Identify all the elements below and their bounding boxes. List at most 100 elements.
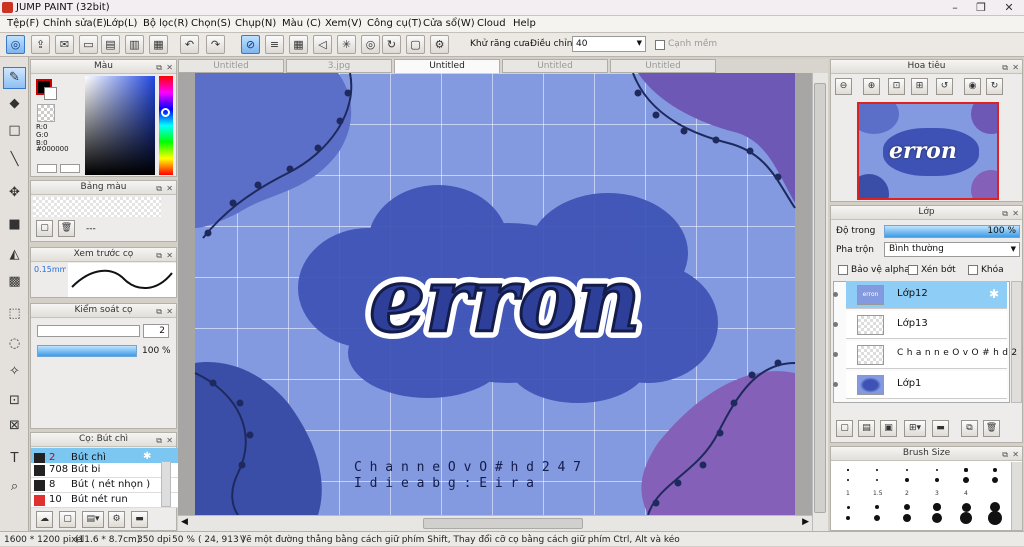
brush-size-dot[interactable] (874, 504, 880, 510)
brush-size-dot[interactable] (846, 505, 850, 509)
grid-panel-icon[interactable]: ▦ (149, 35, 168, 54)
eye-icon[interactable] (833, 322, 838, 327)
minimize-button[interactable]: – (942, 0, 968, 16)
color-mode-button[interactable] (37, 164, 57, 173)
zoom-out-icon[interactable]: ⊖ (835, 78, 852, 95)
brush-size-dot[interactable] (847, 479, 849, 481)
scroll-left-icon[interactable]: ◀ (181, 517, 188, 527)
brush-size-dot[interactable] (902, 513, 912, 523)
new-brush-icon[interactable]: ▢ (59, 511, 76, 528)
menu-window[interactable]: Cửa sổ(W) (423, 18, 475, 29)
float-icon[interactable]: ⧉ (156, 182, 162, 195)
brush-settings-icon[interactable]: ⚙ (108, 511, 125, 528)
delete-layer-icon[interactable]: 🗑 (983, 420, 1000, 437)
magic-wand-icon[interactable]: ✧ (3, 361, 26, 383)
brush-size-dot[interactable] (933, 503, 941, 511)
brush-size-dot[interactable] (991, 476, 999, 484)
menu-edit[interactable]: Chỉnh sửa(E) (43, 18, 107, 29)
fill-tool-icon[interactable]: ◭ (3, 244, 26, 266)
brush-size-dot[interactable] (963, 477, 969, 483)
canvas-mode-icon[interactable]: ◎ (6, 35, 25, 54)
close-button[interactable]: ✕ (996, 0, 1022, 16)
new-palette-icon[interactable]: ▢ (36, 220, 53, 237)
brush-size-dot[interactable] (905, 478, 909, 482)
copy-layer-icon[interactable]: ▣ (880, 420, 897, 437)
brush-size-dot[interactable] (934, 477, 940, 483)
menu-filter[interactable]: Bộ lọc(R) (143, 18, 188, 29)
lasso-tool-icon[interactable]: ◌ (3, 333, 26, 355)
brush-size-dot[interactable] (905, 468, 909, 472)
blend-mode-select[interactable]: Bình thường ▼ (884, 242, 1020, 257)
vertical-scrollbar[interactable] (812, 73, 828, 531)
protect-alpha-checkbox[interactable] (838, 265, 848, 275)
rectangle-tool-icon[interactable]: ■ (3, 214, 26, 236)
parallel-ruler-icon[interactable]: ≡ (265, 35, 284, 54)
color-picker-square[interactable] (85, 76, 155, 175)
perspective-icon[interactable]: ◁ (313, 35, 332, 54)
hue-slider[interactable] (159, 76, 173, 175)
select-eraser-icon[interactable]: ⊠ (3, 415, 26, 437)
float-icon[interactable]: ⧉ (1002, 61, 1008, 74)
curve-ruler-icon[interactable]: ↻ (382, 35, 401, 54)
menu-file[interactable]: Tệp(F) (7, 18, 39, 29)
brush-size-dot[interactable] (935, 468, 939, 472)
menu-view[interactable]: Xem(V) (325, 18, 362, 29)
tab-untitled-1[interactable]: Untitled (178, 59, 284, 73)
brush-menu-icon[interactable]: ▤▾ (82, 511, 104, 528)
horizontal-scroll-thumb[interactable] (423, 518, 583, 529)
brush-size-dot[interactable] (845, 515, 851, 521)
zoom-actual-icon[interactable]: ⊞ (911, 78, 928, 95)
brush-size-scrollbar[interactable] (1011, 462, 1022, 530)
eye-icon[interactable] (833, 352, 838, 357)
eye-icon[interactable] (833, 292, 838, 297)
snap-settings-icon[interactable]: ⚙ (430, 35, 449, 54)
layer-opacity-slider[interactable]: 100 % (884, 225, 1020, 238)
layer-row-lop1[interactable]: Lớp1 (833, 371, 1007, 399)
brush-size-dot[interactable] (931, 512, 943, 524)
close-icon[interactable]: ✕ (1012, 61, 1019, 74)
close-icon[interactable]: ✕ (166, 305, 173, 318)
brush-size-dot[interactable] (873, 514, 881, 522)
pen-tool-icon[interactable]: ✎ (3, 67, 26, 89)
float-icon[interactable]: ⧉ (156, 249, 162, 262)
close-icon[interactable]: ✕ (166, 182, 173, 195)
close-icon[interactable]: ✕ (166, 61, 173, 74)
palette-swatches[interactable] (33, 197, 161, 217)
text-tool-icon[interactable]: T (3, 448, 26, 470)
brush-folder-icon[interactable]: ▬ (131, 511, 148, 528)
brush-size-dot[interactable] (987, 510, 1003, 526)
rotate-reset-icon[interactable]: ◉ (964, 78, 981, 95)
layer-list-scrollbar[interactable] (1011, 281, 1022, 403)
menu-select[interactable]: Chọn(S) (191, 18, 231, 29)
close-icon[interactable]: ✕ (166, 249, 173, 262)
layer-type-icon[interactable]: ⊞▾ (904, 420, 926, 437)
rotate-left-icon[interactable]: ↺ (936, 78, 953, 95)
radial-icon[interactable]: ✳ (337, 35, 356, 54)
brush-size-slider[interactable] (37, 325, 140, 337)
secondary-color-swatch[interactable] (44, 87, 57, 100)
zoom-fit-icon[interactable]: ⊡ (888, 78, 905, 95)
brush-cloud-icon[interactable]: ☁ (36, 511, 53, 528)
merge-layer-icon[interactable]: ⧉ (961, 420, 978, 437)
gradient-tool-icon[interactable]: ▩ (3, 271, 26, 293)
select-pen-icon[interactable]: ⊡ (3, 390, 26, 412)
eyedropper-icon[interactable]: ⌕ (3, 476, 26, 498)
menu-capture[interactable]: Chụp(N) (235, 18, 276, 29)
brush-size-dot[interactable] (993, 468, 997, 472)
navigator-preview[interactable]: erron (857, 102, 999, 200)
share-icon[interactable]: ⇪ (31, 35, 50, 54)
soft-edge-checkbox[interactable] (655, 40, 665, 50)
comment-icon[interactable]: ✉ (55, 35, 74, 54)
page-icon[interactable]: ▥ (125, 35, 144, 54)
gear-icon[interactable]: ✱ (143, 451, 151, 462)
delete-palette-icon[interactable]: 🗑 (58, 220, 75, 237)
color-history-button[interactable] (60, 164, 80, 173)
float-icon[interactable]: ⧉ (156, 434, 162, 447)
tab-untitled-3[interactable]: Untitled (502, 59, 608, 73)
close-icon[interactable]: ✕ (1012, 448, 1019, 461)
tab-untitled-4[interactable]: Untitled (610, 59, 716, 73)
menu-layer[interactable]: Lớp(L) (106, 18, 137, 29)
tab-untitled-active[interactable]: Untitled (394, 59, 500, 74)
float-icon[interactable]: ⧉ (1002, 448, 1008, 461)
grid-ruler-icon[interactable]: ▦ (289, 35, 308, 54)
